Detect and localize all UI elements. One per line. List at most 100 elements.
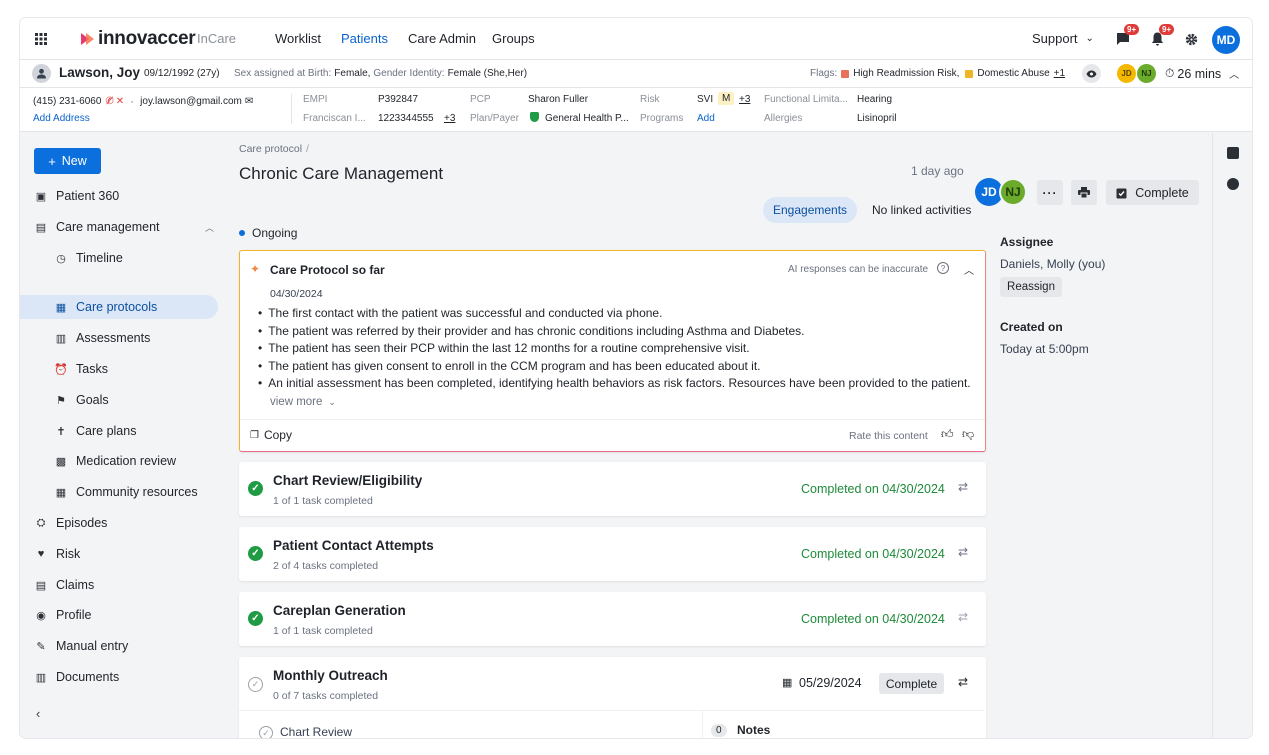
thumbs-down-icon[interactable]: 👎︎ bbox=[962, 427, 974, 442]
sidebar-item-claims[interactable]: ▤ Claims bbox=[34, 573, 94, 597]
copy-button[interactable]: ❐ Copy bbox=[250, 428, 292, 442]
brand-logo[interactable]: innovaccer bbox=[80, 28, 196, 50]
reassign-button[interactable]: Reassign bbox=[1000, 277, 1062, 297]
franciscan-more[interactable]: +3 bbox=[444, 113, 455, 124]
timer-value: 26 mins bbox=[1177, 66, 1222, 81]
medication-icon: ▩ bbox=[55, 455, 67, 468]
help-icon[interactable]: ? bbox=[937, 262, 949, 274]
settings-button[interactable] bbox=[1185, 33, 1198, 46]
sidebar-item-documents[interactable]: ▥ Documents bbox=[34, 665, 119, 689]
chevron-up-icon: ︿ bbox=[204, 222, 214, 233]
sidebar-item-goals[interactable]: ⚑ Goals bbox=[54, 388, 109, 412]
view-flags-button[interactable] bbox=[1082, 64, 1101, 83]
support-label: Support bbox=[1032, 31, 1078, 46]
ai-bullet: The patient has seen their PCP within th… bbox=[258, 341, 749, 355]
sidebar-item-label: Assessments bbox=[76, 331, 151, 345]
sidebar-item-label: Profile bbox=[56, 608, 92, 622]
more-options-button[interactable]: ··· bbox=[1037, 180, 1063, 205]
task-card[interactable]: ✓ Chart Review/Eligibility 1 of 1 task c… bbox=[239, 462, 986, 516]
nav-care-admin[interactable]: Care Admin bbox=[408, 31, 476, 46]
risk-level-badge: M bbox=[718, 92, 735, 105]
messages-button[interactable]: 9+ bbox=[1116, 24, 1140, 46]
task-title: Careplan Generation bbox=[273, 603, 406, 618]
apps-grid-icon[interactable] bbox=[35, 33, 47, 45]
flag-high-readmission[interactable]: High Readmission Risk, bbox=[853, 68, 959, 79]
sidebar-item-care-protocols[interactable]: ▦ Care protocols bbox=[20, 295, 218, 319]
product-name: InCare bbox=[197, 31, 237, 46]
outreach-due-date[interactable]: 05/29/2024 bbox=[799, 676, 862, 690]
collapse-chevron-icon[interactable]: ︿ bbox=[964, 262, 974, 277]
sidebar-item-assessments[interactable]: ▥ Assessments bbox=[54, 326, 151, 350]
yellow-flag-icon bbox=[965, 69, 974, 78]
repeat-icon[interactable]: ⇄ bbox=[958, 675, 968, 689]
documents-icon: ▥ bbox=[35, 671, 47, 684]
thumbs-up-icon[interactable]: 👍︎ bbox=[941, 427, 954, 442]
ai-disclaimer: AI responses can be inaccurate bbox=[788, 264, 929, 275]
sidebar-item-profile[interactable]: ◉ Profile bbox=[34, 603, 91, 627]
repeat-icon[interactable]: ⇄ bbox=[958, 610, 968, 624]
add-address-link[interactable]: Add Address bbox=[33, 113, 90, 124]
task-status: Completed on 04/30/2024 bbox=[801, 547, 945, 561]
contact-card-icon[interactable] bbox=[1227, 147, 1239, 159]
alarm-icon: ⏰ bbox=[54, 363, 68, 376]
divider bbox=[291, 94, 292, 124]
notes-label: Notes bbox=[737, 723, 771, 737]
outreach-card[interactable]: ✓ Monthly Outreach 0 of 7 tasks complete… bbox=[239, 657, 986, 738]
flag-domestic-abuse[interactable]: Domestic Abuse bbox=[977, 68, 1049, 79]
flags-more[interactable]: +1 bbox=[1054, 68, 1065, 79]
nav-patients[interactable]: Patients bbox=[341, 31, 388, 46]
user-avatar[interactable]: MD bbox=[1212, 26, 1240, 54]
functional-label: Functional Limita... bbox=[764, 94, 848, 105]
divider bbox=[702, 710, 703, 738]
left-sidebar: + New ▣ Patient 360 ▤ Care management ︿ … bbox=[20, 133, 226, 738]
account-circle-icon[interactable] bbox=[1227, 178, 1239, 190]
sidebar-item-patient-360[interactable]: ▣ Patient 360 bbox=[34, 184, 119, 208]
breadcrumb-care-protocol[interactable]: Care protocol bbox=[239, 143, 302, 155]
engagements-tab[interactable]: Engagements bbox=[763, 197, 858, 223]
repeat-icon[interactable]: ⇄ bbox=[958, 545, 968, 559]
shield-check-icon bbox=[530, 112, 539, 122]
sidebar-item-medication-review[interactable]: ▩ Medication review bbox=[54, 449, 176, 473]
view-more-link[interactable]: view more ⌄ bbox=[270, 396, 336, 408]
programs-add-link[interactable]: Add bbox=[697, 113, 715, 124]
contact-row: (415) 231-6060 ✆̸ ✕ · joy.lawson@gmail.c… bbox=[33, 94, 253, 108]
support-menu[interactable]: Support ⌄ bbox=[1032, 31, 1094, 46]
sidebar-item-episodes[interactable]: ⛭ Episodes bbox=[34, 511, 108, 535]
task-progress: 2 of 4 tasks completed bbox=[273, 560, 379, 572]
divider bbox=[239, 710, 984, 711]
task-card[interactable]: ✓ Careplan Generation 1 of 1 task comple… bbox=[239, 592, 986, 646]
last-updated: 1 day ago bbox=[911, 164, 964, 178]
nav-groups[interactable]: Groups bbox=[492, 31, 535, 46]
sidebar-item-timeline[interactable]: ◷ Timeline bbox=[54, 246, 123, 270]
calendar-icon: ▦ bbox=[782, 677, 793, 689]
sidebar-item-manual-entry[interactable]: ✎ Manual entry bbox=[34, 634, 128, 658]
sidebar-item-risk[interactable]: ♥ Risk bbox=[34, 542, 81, 566]
app-frame: innovaccer InCare Worklist Patients Care… bbox=[20, 18, 1252, 738]
outreach-complete-button[interactable]: Complete bbox=[879, 673, 944, 694]
sidebar-item-community-resources[interactable]: ▦ Community resources bbox=[54, 480, 198, 504]
repeat-icon[interactable]: ⇄ bbox=[958, 480, 968, 494]
sidebar-item-care-plans[interactable]: ✝ Care plans bbox=[54, 419, 136, 443]
notifications-button[interactable]: 9+ bbox=[1151, 24, 1175, 46]
subtask-chart-review[interactable]: Chart Review bbox=[280, 725, 352, 738]
risk-more[interactable]: +3 bbox=[739, 94, 750, 105]
patient-email[interactable]: joy.lawson@gmail.com bbox=[140, 96, 242, 107]
gear-icon bbox=[1185, 33, 1198, 46]
chevron-up-icon[interactable]: ︿ bbox=[1229, 66, 1239, 81]
sidebar-item-care-management[interactable]: ▤ Care management ︿ bbox=[34, 215, 214, 239]
patient-phone[interactable]: (415) 231-6060 bbox=[33, 96, 101, 107]
session-timer[interactable]: ⏱ 26 mins ︿ bbox=[1165, 66, 1239, 81]
sidebar-item-label: Risk bbox=[56, 547, 81, 561]
care-team-avatar-nj[interactable]: NJ bbox=[1137, 64, 1156, 83]
stopwatch-icon: ⏱ bbox=[1165, 66, 1175, 80]
sidebar-item-tasks[interactable]: ⏰ Tasks bbox=[54, 357, 108, 381]
new-button[interactable]: + New bbox=[34, 148, 101, 174]
task-card[interactable]: ✓ Patient Contact Attempts 2 of 4 tasks … bbox=[239, 527, 986, 581]
care-team-avatar-jd[interactable]: JD bbox=[1117, 64, 1136, 83]
collapse-sidebar-icon[interactable]: ‹ bbox=[36, 706, 40, 721]
complete-button[interactable]: Complete bbox=[1106, 180, 1199, 205]
assignee-avatar-nj[interactable]: NJ bbox=[999, 178, 1027, 206]
print-button[interactable] bbox=[1071, 180, 1097, 205]
nav-worklist[interactable]: Worklist bbox=[275, 31, 321, 46]
patient-name[interactable]: Lawson, Joy bbox=[59, 65, 140, 80]
